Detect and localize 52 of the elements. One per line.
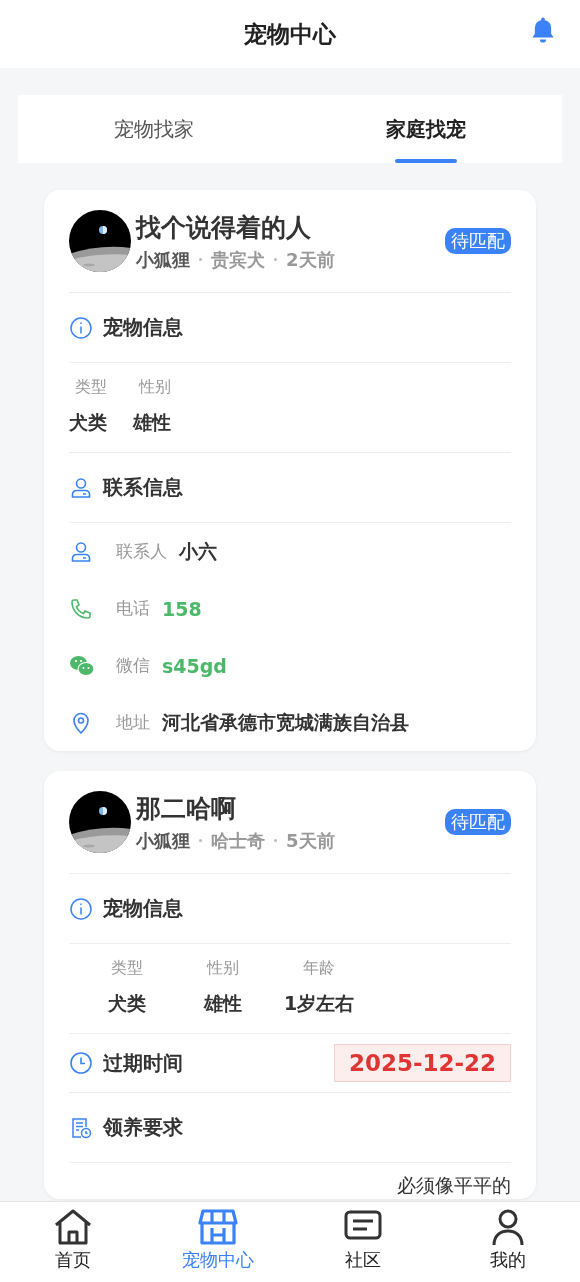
phone-icon [69, 596, 93, 621]
status-badge: 待匹配 [445, 228, 511, 254]
field-value: 雄性 [133, 410, 172, 435]
contact-value: 158 [162, 597, 202, 620]
expiry-date: 2025-12-22 [333, 1044, 511, 1082]
author-name: 小狐狸 [136, 247, 190, 272]
page-title: 宠物中心 [244, 19, 336, 49]
pet-breed: 贵宾犬 [211, 247, 265, 272]
shop-icon [197, 1208, 238, 1246]
section-title: 联系信息 [103, 474, 184, 501]
section-title: 领养要求 [103, 1114, 184, 1141]
field-value: 雄性 [202, 991, 243, 1016]
field-label: 性别 [205, 958, 240, 979]
author-name: 小狐狸 [136, 828, 190, 853]
home-icon [52, 1208, 93, 1246]
post-title: 那二哈啊 [136, 792, 237, 825]
contact-value: 河北省承德市宽城满族自治县 [162, 709, 409, 735]
clock-icon [69, 1051, 93, 1075]
chat-bubbles-icon [69, 653, 95, 678]
document-clock-icon [69, 1115, 93, 1140]
field-label: 类型 [74, 377, 108, 398]
post-time: 5天前 [286, 828, 335, 853]
nav-tab[interactable]: 社区 [290, 1202, 435, 1282]
tab[interactable]: 宠物找家 [18, 95, 290, 163]
nav-tab[interactable]: 宠物中心 [145, 1202, 290, 1282]
status-badge: 待匹配 [445, 809, 511, 835]
contact-label: 微信 [116, 654, 150, 677]
contact-label: 联系人 [116, 540, 167, 563]
section-title: 宠物信息 [103, 895, 184, 922]
contact-label: 电话 [116, 597, 150, 620]
nav-tab[interactable]: 首页 [0, 1202, 145, 1282]
field-value: 犬类 [107, 991, 147, 1016]
section-title: 过期时间 [103, 1049, 184, 1077]
field-label: 年龄 [302, 958, 336, 979]
info-icon [69, 315, 93, 340]
info-icon [69, 896, 93, 921]
field-label: 类型 [110, 958, 144, 979]
requirement-text: 必须像平平的 [397, 1173, 511, 1198]
field-label: 性别 [137, 377, 172, 398]
contact-value: s45gd [162, 654, 227, 677]
person-icon [69, 539, 93, 564]
field-value: 1岁左右 [282, 991, 356, 1016]
field-value: 犬类 [69, 410, 108, 435]
person-icon [69, 475, 93, 500]
post-time: 2天前 [286, 247, 335, 272]
contact-label: 地址 [116, 711, 150, 734]
tab[interactable]: 家庭找宠 [290, 95, 562, 163]
post-title: 找个说得着的人 [136, 211, 312, 244]
contact-value: 小六 [179, 538, 217, 564]
pet-breed: 哈士奇 [211, 828, 265, 853]
section-title: 宠物信息 [103, 314, 184, 341]
nav-tab[interactable]: 我的 [435, 1202, 580, 1282]
